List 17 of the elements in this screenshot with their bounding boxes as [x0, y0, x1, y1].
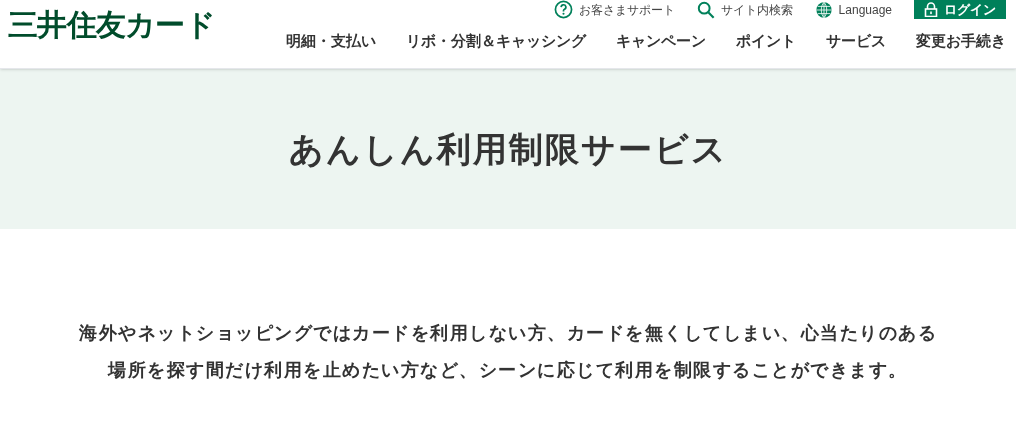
nav-link[interactable]: サービス [826, 31, 886, 53]
lock-icon [924, 2, 938, 17]
support-link[interactable]: お客さまサポート [553, 0, 675, 19]
nav-link[interactable]: 明細・支払い [286, 31, 376, 53]
intro-paragraph: 海外やネットショッピングではカードを利用しない方、カードを無くしてしまい、心当たりのある場所を探す間だけ利用を止めたい方など、シーンに応じて利用を制限することができます。 [78, 322, 938, 382]
logo[interactable]: 三井住友カード [8, 8, 215, 41]
nav-link[interactable]: 変更お手続き [916, 31, 1006, 53]
language-link[interactable]: Language [814, 0, 892, 19]
nav-link[interactable]: リボ・分割＆キャッシング [406, 31, 586, 53]
help-icon [553, 0, 573, 19]
search-link[interactable]: サイト内検索 [696, 0, 793, 19]
globe-icon [814, 0, 833, 19]
nav-link[interactable]: キャンペーン [616, 31, 706, 53]
page-title: あんしん利用制限サービス [288, 128, 728, 170]
nav-link[interactable]: ポイント [736, 31, 796, 53]
search-icon [696, 0, 715, 19]
login-button[interactable]: ログイン [914, 0, 1006, 19]
